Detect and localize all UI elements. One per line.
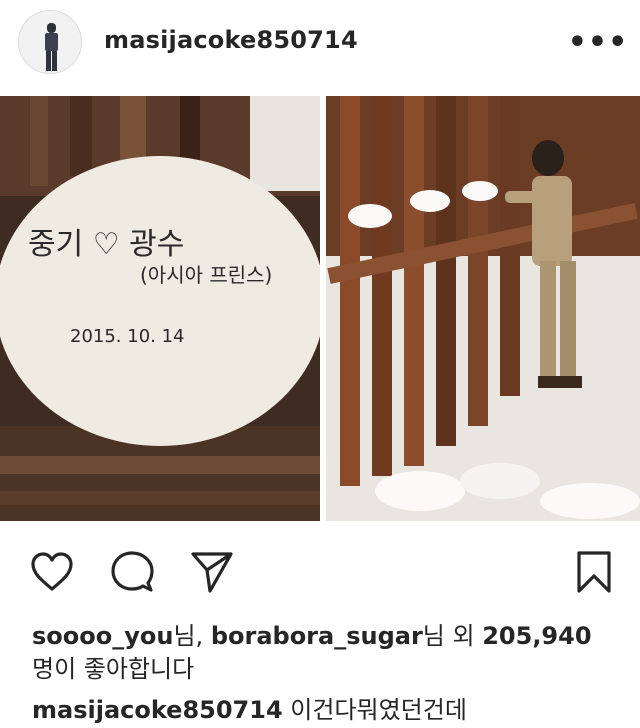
rock-text-line1: 중기 ♡ 광수 — [28, 227, 184, 262]
liker-username-2[interactable]: borabora_sugar — [211, 622, 423, 650]
liker-username-1[interactable]: soooo_you — [32, 622, 173, 650]
comment-button[interactable] — [108, 548, 156, 596]
rock-text-line2: (아시아 프린스) — [140, 263, 272, 287]
post-photo[interactable]: 중기 ♡ 광수 (아시아 프린스) 2015. 10. 14 — [0, 96, 640, 521]
bookmark-icon — [577, 551, 611, 593]
likes-suffix-2: 님 외 — [422, 622, 483, 650]
rock-text-date: 2015. 10. 14 — [70, 326, 185, 347]
comment-icon — [111, 551, 154, 592]
save-button[interactable] — [570, 548, 618, 596]
post-header: masijacoke850714 ••• — [0, 0, 640, 84]
post-caption: masijacoke850714 이건다뭐였던건데 — [32, 694, 622, 727]
avatar[interactable] — [18, 10, 82, 74]
caption-text: 이건다뭐였던건데 — [282, 696, 467, 724]
post-photo-collage: 중기 ♡ 광수 (아시아 프린스) 2015. 10. 14 — [0, 96, 640, 521]
send-icon — [191, 552, 233, 593]
action-bar — [0, 542, 640, 600]
post-username[interactable]: masijacoke850714 — [104, 26, 358, 54]
share-button[interactable] — [188, 548, 236, 596]
caption-username[interactable]: masijacoke850714 — [32, 696, 283, 724]
likes-suffix-1: 님, — [173, 622, 211, 650]
likes-line2: 명이 좋아합니다 — [32, 655, 195, 683]
more-options-icon[interactable]: ••• — [568, 24, 628, 60]
signed-rock — [0, 156, 325, 446]
heart-icon — [31, 552, 73, 591]
likes-summary: soooo_you님, borabora_sugar님 외 205,940 명이 … — [32, 620, 622, 686]
avatar-image — [19, 11, 81, 73]
like-button[interactable] — [28, 548, 76, 596]
likes-count[interactable]: 205,940 — [482, 622, 591, 650]
